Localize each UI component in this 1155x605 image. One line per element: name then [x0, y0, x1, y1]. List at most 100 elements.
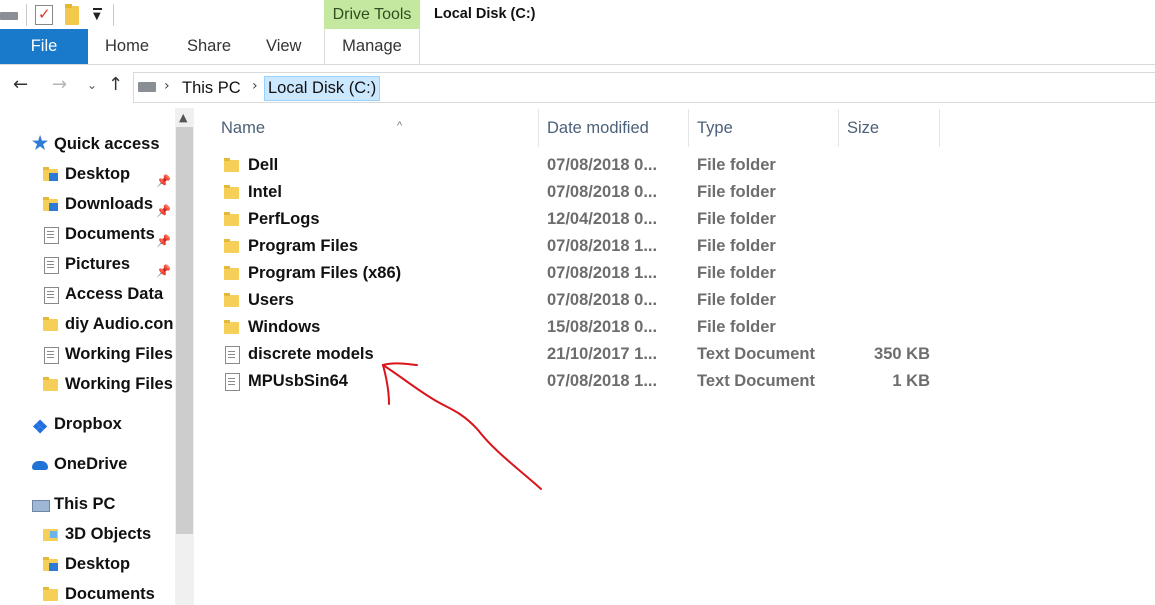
file-row[interactable]: PerfLogs 12/04/2018 0... File folder [196, 206, 956, 233]
nav-item-label: Pictures [65, 255, 131, 273]
drive-tools-label: Drive Tools [332, 6, 412, 23]
nav-item-label: Working Files [65, 345, 173, 363]
column-header-name[interactable]: Name ^ [221, 109, 536, 147]
file-row[interactable]: Program Files 07/08/2018 1... File folde… [196, 233, 956, 260]
scroll-up-arrow-icon[interactable]: ▲ [179, 111, 187, 124]
file-type: Text Document [697, 372, 815, 390]
file-date-modified: 15/08/2018 0... [547, 318, 658, 336]
folder-icon [224, 211, 240, 227]
drive-icon [138, 82, 156, 92]
pin-icon[interactable]: 📌 [156, 197, 171, 225]
address-bar[interactable]: › This PC › Local Disk (C:) [133, 72, 1155, 103]
nav-item-label: Access Data [65, 285, 164, 303]
file-name: PerfLogs [248, 210, 320, 228]
file-size: 350 KB [874, 345, 930, 363]
folder-icon [43, 316, 59, 332]
file-name: Program Files [248, 237, 359, 255]
nav-item-label: OneDrive [54, 455, 128, 473]
file-row[interactable]: discrete models 21/10/2017 1... Text Doc… [196, 341, 956, 368]
new-folder-icon[interactable] [65, 3, 79, 25]
file-row[interactable]: Users 07/08/2018 0... File folder [196, 287, 956, 314]
column-header-type[interactable]: Type [697, 109, 837, 147]
folder-icon [224, 157, 240, 173]
document-icon [43, 346, 59, 364]
file-date-modified: 07/08/2018 0... [547, 156, 658, 174]
file-date-modified: 07/08/2018 0... [547, 183, 658, 201]
nav-item-label: Dropbox [54, 415, 122, 433]
column-header-date-modified[interactable]: Date modified [547, 109, 687, 147]
column-header-size[interactable]: Size [847, 109, 937, 147]
document-icon [43, 286, 59, 304]
folder-icon [224, 265, 240, 281]
nav-item-label: Documents [65, 225, 155, 243]
pictures-icon [43, 256, 59, 274]
file-row[interactable]: Windows 15/08/2018 0... File folder [196, 314, 956, 341]
forward-arrow-icon[interactable]: → [52, 74, 67, 95]
pin-icon[interactable]: 📌 [156, 167, 171, 195]
navigation-bar: ← → ⌄ ↑ › This PC › Local Disk (C:) [0, 66, 1155, 106]
scrollbar-thumb[interactable] [176, 127, 193, 534]
file-type: File folder [697, 264, 776, 282]
nav-item-label: Working Files [65, 375, 173, 393]
column-header-label: Name [221, 119, 266, 137]
column-divider[interactable] [838, 109, 839, 147]
file-name: MPUsbSin64 [248, 372, 348, 390]
column-divider[interactable] [939, 109, 940, 147]
nav-item-label: Desktop [65, 555, 131, 573]
file-row[interactable]: Program Files (x86) 07/08/2018 1... File… [196, 260, 956, 287]
cloud-icon [32, 456, 48, 472]
file-date-modified: 21/10/2017 1... [547, 345, 658, 363]
breadcrumb-local-disk[interactable]: Local Disk (C:) [264, 76, 381, 101]
file-date-modified: 07/08/2018 1... [547, 264, 658, 282]
nav-item-label: This PC [54, 495, 116, 513]
file-name: Users [248, 291, 294, 309]
nav-item-label: Documents [65, 585, 155, 603]
breadcrumb-this-pc[interactable]: This PC [179, 76, 244, 101]
properties-icon[interactable] [35, 5, 53, 25]
file-name: Program Files (x86) [248, 264, 402, 282]
nav-item-label: diy Audio.con [65, 315, 174, 333]
up-arrow-icon[interactable]: ↑ [108, 74, 123, 95]
file-date-modified: 07/08/2018 1... [547, 372, 658, 390]
tab-home[interactable]: Home [105, 29, 149, 64]
file-row[interactable]: Intel 07/08/2018 0... File folder [196, 179, 956, 206]
customize-toolbar-dropdown-icon[interactable]: ▼ [93, 8, 102, 22]
file-name: Dell [248, 156, 279, 174]
folder-icon [43, 586, 59, 602]
toolbar-divider [113, 4, 114, 26]
document-icon [43, 226, 59, 244]
file-row[interactable]: MPUsbSin64 07/08/2018 1... Text Document… [196, 368, 956, 395]
desktop-folder-icon [43, 556, 59, 572]
toolbar-divider [26, 4, 27, 26]
nav-item-label: Desktop [65, 165, 131, 183]
tab-share[interactable]: Share [187, 29, 231, 64]
quick-access-toolbar: ▼ [0, 3, 114, 27]
file-name: Intel [248, 183, 282, 201]
dropbox-icon [32, 413, 48, 441]
file-row[interactable]: Dell 07/08/2018 0... File folder [196, 152, 956, 179]
back-arrow-icon[interactable]: ← [13, 74, 28, 95]
3d-objects-icon [43, 526, 59, 542]
navigation-pane-scrollbar[interactable]: ▲ [175, 108, 194, 605]
nav-item-label: Quick access [54, 135, 160, 153]
file-type: File folder [697, 291, 776, 309]
title-bar: ▼ Drive Tools Local Disk (C:) [0, 0, 1155, 29]
file-list: Name ^ Date modified Type Size Dell 07/0… [196, 108, 1155, 605]
tab-file[interactable]: File [0, 29, 88, 64]
breadcrumb-chevron-icon[interactable]: › [252, 78, 258, 94]
nav-item-label: Downloads [65, 195, 154, 213]
file-type: File folder [697, 183, 776, 201]
pin-icon[interactable]: 📌 [156, 227, 171, 255]
drive-icon[interactable] [0, 8, 20, 22]
star-icon: ★ [32, 133, 49, 153]
recent-locations-chevron-icon[interactable]: ⌄ [87, 78, 97, 92]
tab-manage[interactable]: Manage [324, 29, 420, 64]
file-type: Text Document [697, 345, 815, 363]
column-divider[interactable] [688, 109, 689, 147]
column-divider[interactable] [538, 109, 539, 147]
file-type: File folder [697, 156, 776, 174]
file-type: File folder [697, 210, 776, 228]
breadcrumb-chevron-icon[interactable]: › [164, 78, 170, 94]
tab-view[interactable]: View [266, 29, 301, 64]
file-date-modified: 07/08/2018 1... [547, 237, 658, 255]
